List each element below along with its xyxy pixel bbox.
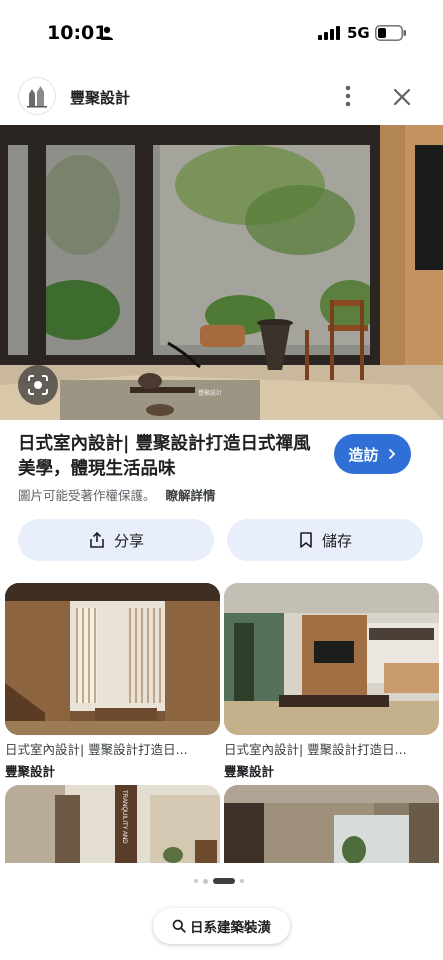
site-name[interactable]: 豐聚設計 <box>70 87 130 108</box>
result-card[interactable]: 日式室內設計| 豐聚設計打造日... 豐聚設計 <box>5 583 220 780</box>
result-thumbnail[interactable]: TRANQUILITY AND <box>5 785 220 870</box>
save-label: 儲存 <box>321 531 352 550</box>
network-label: 5G <box>347 24 370 42</box>
image-title: 日式室內設計| 豐聚設計打造日式禪風美學，體現生活品味 <box>18 434 311 479</box>
hero-image[interactable]: 豐聚設計 <box>0 125 443 420</box>
person-icon <box>101 26 113 40</box>
site-logo[interactable] <box>18 77 56 115</box>
share-button[interactable]: 分享 <box>18 519 214 561</box>
battery-icon <box>375 25 406 41</box>
status-time: 10:01 <box>47 22 108 44</box>
page-dot <box>240 879 244 883</box>
search-chip[interactable]: 日系建築裝潢 <box>153 908 290 944</box>
visit-button[interactable]: 造訪 <box>334 434 411 474</box>
share-icon <box>90 531 104 548</box>
result-title[interactable]: 日式室內設計| 豐聚設計打造日... <box>224 739 439 758</box>
page-dot-active <box>213 878 235 884</box>
share-label: 分享 <box>113 531 144 550</box>
more-vert-icon[interactable] <box>338 83 358 109</box>
result-title[interactable]: 日式室內設計| 豐聚設計打造日... <box>5 739 220 758</box>
page-dot <box>203 878 208 884</box>
copyright-note: 圖片可能受著作權保護。 瞭解詳情 <box>18 485 216 504</box>
hero-watermark: 豐聚設計 <box>198 389 222 397</box>
result-photo: TRANQUILITY AND <box>5 785 220 870</box>
bottom-bar: 日系建築裝潢 <box>0 863 443 960</box>
result-photo <box>224 785 439 870</box>
page-indicator <box>194 878 244 884</box>
page-dot <box>194 879 198 883</box>
lens-button[interactable] <box>18 365 58 405</box>
header: 豐聚設計 <box>0 75 443 119</box>
signal-icon <box>318 26 340 40</box>
close-icon[interactable] <box>388 83 416 111</box>
copyright-text: 圖片可能受著作權保護。 <box>18 488 156 503</box>
result-source: 豐聚設計 <box>224 764 275 779</box>
status-bar: 10:01 5G <box>0 0 443 66</box>
result-source: 豐聚設計 <box>5 764 56 779</box>
result-thumbnail[interactable] <box>224 785 439 870</box>
lens-icon <box>28 375 48 395</box>
search-chip-label: 日系建築裝潢 <box>190 920 271 936</box>
logo-icon <box>27 86 47 108</box>
result-card[interactable]: 日式室內設計| 豐聚設計打造日... 豐聚設計 <box>224 583 439 780</box>
search-icon <box>172 919 186 933</box>
partial-card-text: TRANQUILITY AND <box>121 790 127 844</box>
hero-photo: 豐聚設計 <box>0 125 443 420</box>
visit-label: 造訪 <box>348 445 379 464</box>
result-photo <box>224 583 439 735</box>
learn-more-link[interactable]: 瞭解詳情 <box>166 488 216 503</box>
bookmark-icon <box>300 532 312 548</box>
result-photo <box>5 583 220 735</box>
result-thumbnail[interactable] <box>5 583 220 735</box>
save-button[interactable]: 儲存 <box>227 519 423 561</box>
chevron-right-icon <box>388 449 395 459</box>
result-thumbnail[interactable] <box>224 583 439 735</box>
